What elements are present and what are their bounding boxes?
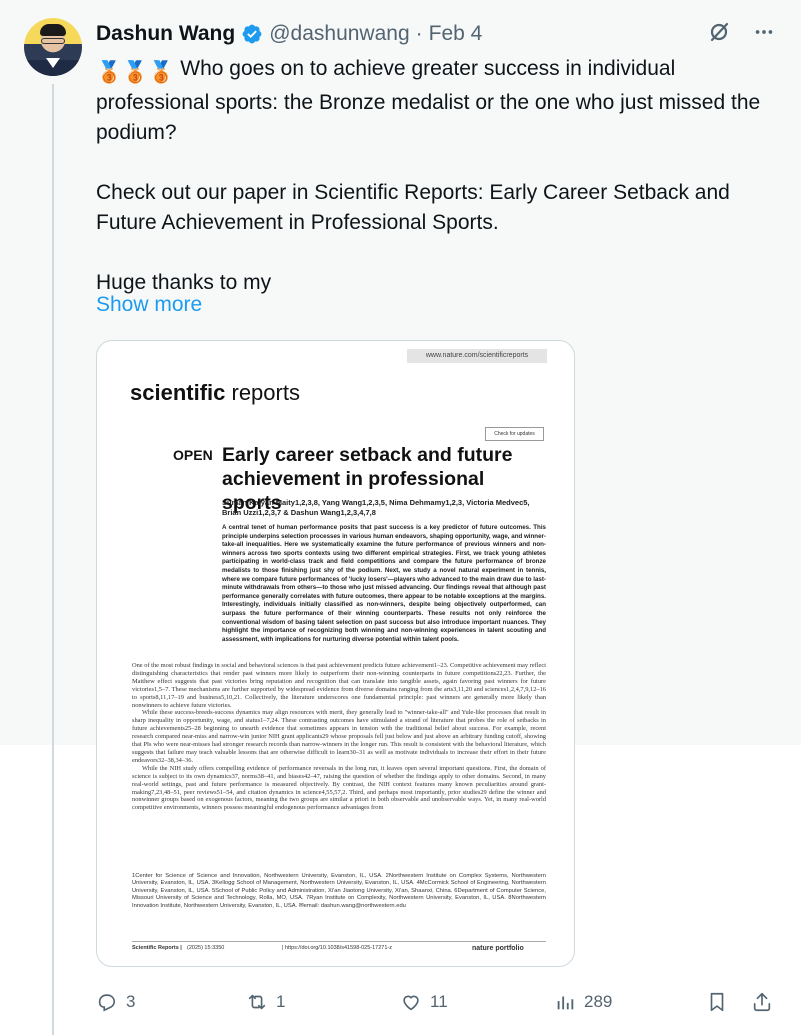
reply-icon bbox=[98, 994, 116, 1012]
tweet-action-bar: 3 1 11 289 bbox=[96, 984, 781, 1020]
footer-publisher: nature portfolio bbox=[472, 945, 524, 952]
open-access-label: OPEN bbox=[173, 447, 213, 463]
bookmark-button[interactable] bbox=[706, 984, 728, 1020]
like-count: 11 bbox=[430, 992, 448, 1011]
check-updates-badge: Check for updates bbox=[485, 427, 544, 441]
paper-body: One of the most robust findings in socia… bbox=[132, 662, 546, 812]
show-more-link[interactable]: Show more bbox=[96, 293, 202, 317]
avatar[interactable] bbox=[24, 18, 82, 76]
verified-badge-icon bbox=[242, 24, 262, 44]
tweet[interactable]: Dashun Wang @dashunwang · Feb 4 🥉🥉🥉 Who … bbox=[0, 0, 801, 1035]
grok-icon[interactable] bbox=[707, 20, 731, 44]
bookmark-icon bbox=[710, 992, 724, 1012]
reply-button[interactable]: 3 bbox=[96, 984, 135, 1020]
journal-logo: scientific reports bbox=[130, 380, 300, 405]
repost-count: 1 bbox=[276, 992, 286, 1011]
author-name[interactable]: Dashun Wang bbox=[96, 22, 235, 46]
repost-button[interactable]: 1 bbox=[246, 984, 285, 1020]
share-icon bbox=[753, 992, 771, 1012]
paper-footer: Scientific Reports | (2025) 15:3350 | ht… bbox=[132, 941, 546, 952]
like-button[interactable]: 11 bbox=[400, 984, 448, 1020]
tweet-text-line2: Check out our paper in Scientific Report… bbox=[96, 181, 730, 234]
repost-icon bbox=[248, 994, 266, 1010]
paper-abstract: A central tenet of human performance pos… bbox=[222, 524, 546, 643]
paper-paragraph: One of the most robust findings in socia… bbox=[132, 662, 546, 709]
share-button[interactable] bbox=[751, 984, 773, 1020]
author-handle[interactable]: @dashunwang bbox=[269, 22, 409, 46]
footer-volume: (2025) 15:3350 bbox=[187, 945, 225, 951]
heart-icon bbox=[403, 995, 419, 1011]
footer-journal: Scientific Reports | bbox=[132, 945, 182, 951]
separator: · bbox=[415, 22, 423, 45]
paper-affiliations: 1Center for Science of Science and Innov… bbox=[132, 873, 546, 909]
tweet-top-actions bbox=[707, 20, 775, 44]
more-options-icon[interactable] bbox=[753, 21, 775, 43]
tweet-text: 🥉🥉🥉 Who goes on to achieve greater succe… bbox=[96, 54, 776, 298]
paper-paragraph: While the NIH study offers compelling ev… bbox=[132, 764, 546, 812]
views-chart-icon bbox=[557, 996, 574, 1010]
paper-url: www.nature.com/scientificreports bbox=[407, 349, 547, 363]
thread-line bbox=[52, 84, 54, 1035]
views-button[interactable]: 289 bbox=[554, 984, 612, 1020]
paper-page: www.nature.com/scientificreports scienti… bbox=[105, 343, 568, 960]
paper-authors: Suman Kalyan Maity1,2,3,8, Yang Wang1,2,… bbox=[222, 498, 530, 517]
tweet-text-line1: Who goes on to achieve greater success i… bbox=[96, 57, 761, 144]
tweet-header: Dashun Wang @dashunwang · Feb 4 bbox=[96, 20, 482, 48]
footer-doi: | https://doi.org/10.1038/s41598-025-172… bbox=[282, 945, 392, 951]
views-count: 289 bbox=[584, 992, 613, 1011]
medal-emoji-icon: 🥉🥉🥉 bbox=[96, 61, 175, 84]
post-date[interactable]: Feb 4 bbox=[429, 22, 483, 46]
paper-paragraph: While these success-breeds-success dynam… bbox=[132, 709, 546, 764]
reply-count: 3 bbox=[126, 992, 136, 1011]
tweet-media-image[interactable]: www.nature.com/scientificreports scienti… bbox=[96, 340, 575, 967]
